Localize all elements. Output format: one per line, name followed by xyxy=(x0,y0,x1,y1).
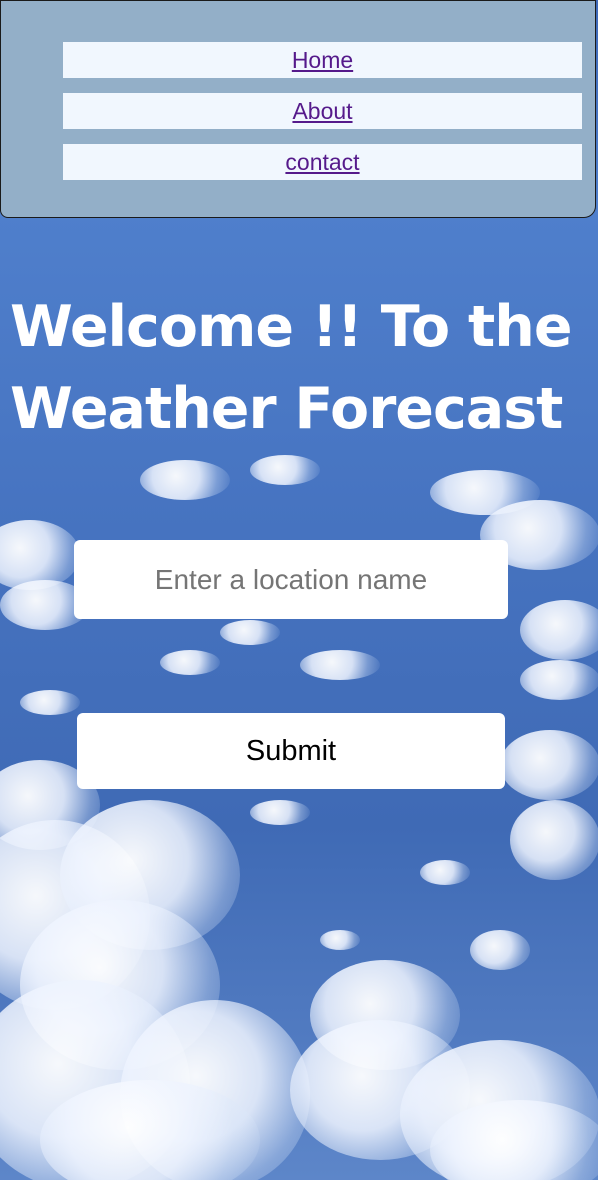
location-search-input[interactable] xyxy=(74,540,508,619)
nav-menu: Home About contact xyxy=(0,0,596,218)
nav-item-about: About xyxy=(63,93,582,129)
nav-link-contact[interactable]: contact xyxy=(285,149,359,176)
nav-link-about[interactable]: About xyxy=(292,98,352,125)
submit-button[interactable]: Submit xyxy=(77,713,505,789)
weather-page: Home About contact Welcome !! To the Wea… xyxy=(0,0,598,1180)
nav-item-contact: contact xyxy=(63,144,582,180)
nav-item-home: Home xyxy=(63,42,582,78)
nav-link-home[interactable]: Home xyxy=(292,47,353,74)
page-title: Welcome !! To the Weather Forecast xyxy=(10,294,573,442)
